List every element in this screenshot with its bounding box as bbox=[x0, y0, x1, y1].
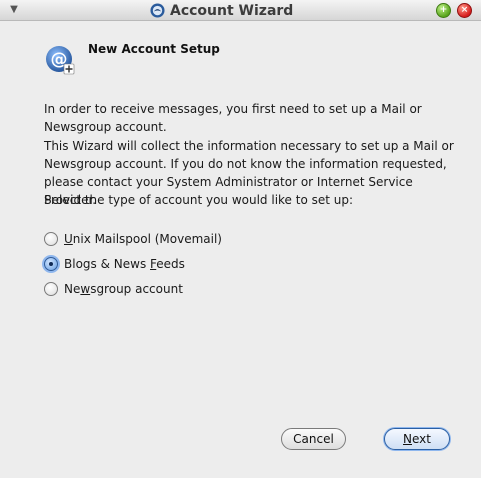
label-mnemonic: U bbox=[64, 232, 73, 246]
radio-button-selected[interactable] bbox=[44, 257, 58, 271]
radio-unix-mailspool[interactable]: Unix Mailspool (Movemail) bbox=[44, 229, 222, 249]
window-title: Account Wizard bbox=[150, 1, 293, 20]
label-text: Ne bbox=[64, 282, 81, 296]
close-button[interactable]: × bbox=[457, 3, 472, 18]
label-text: nix Mailspool (Movemail) bbox=[72, 232, 222, 246]
maximize-button[interactable]: + bbox=[436, 3, 451, 18]
label-text: eeds bbox=[156, 257, 185, 271]
radio-blogs-news-feeds[interactable]: Blogs & News Feeds bbox=[44, 254, 185, 274]
radio-label: Blogs & News Feeds bbox=[64, 257, 185, 271]
next-button[interactable]: Next bbox=[384, 428, 450, 450]
radio-button[interactable] bbox=[44, 232, 58, 246]
radio-newsgroup-account[interactable]: Newsgroup account bbox=[44, 279, 183, 299]
intro-line: Newsgroup account. bbox=[44, 120, 167, 134]
next-mnemonic: N bbox=[403, 432, 412, 446]
next-label: ext bbox=[412, 432, 431, 446]
maximize-icon: + bbox=[439, 5, 448, 15]
label-mnemonic: w bbox=[80, 282, 91, 296]
at-sign-icon: @ bbox=[46, 46, 75, 75]
thunderbird-icon bbox=[150, 3, 165, 18]
radio-label: Unix Mailspool (Movemail) bbox=[64, 232, 222, 246]
radio-button[interactable] bbox=[44, 282, 58, 296]
intro-line: In order to receive messages, you first … bbox=[44, 102, 422, 116]
info-line: This Wizard will collect the information… bbox=[44, 139, 454, 153]
close-icon: × bbox=[460, 5, 469, 15]
title-bar: ▼ Account Wizard + × bbox=[0, 0, 481, 21]
cancel-button[interactable]: Cancel bbox=[281, 428, 346, 450]
window-menu-icon[interactable]: ▼ bbox=[6, 4, 22, 16]
info-line: Newsgroup account. If you do not know th… bbox=[44, 157, 447, 171]
label-text: Blogs & News bbox=[64, 257, 151, 271]
select-prompt: Select the type of account you would lik… bbox=[44, 193, 354, 207]
label-text: sgroup account bbox=[90, 282, 183, 296]
radio-label: Newsgroup account bbox=[64, 282, 183, 296]
window-title-text: Account Wizard bbox=[170, 2, 294, 19]
page-title: New Account Setup bbox=[88, 42, 220, 56]
intro-text: In order to receive messages, you first … bbox=[44, 100, 464, 136]
